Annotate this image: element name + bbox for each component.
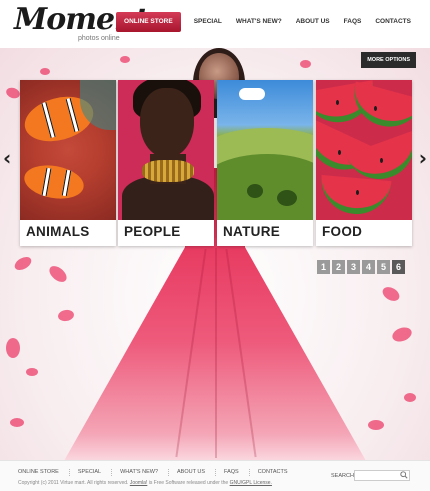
category-card-people[interactable]: PEOPLE bbox=[118, 80, 214, 246]
joomla-link[interactable]: Joomla! bbox=[130, 480, 148, 486]
seed bbox=[374, 106, 377, 111]
nav-special[interactable]: SPECIAL bbox=[187, 12, 229, 32]
nav-about-us[interactable]: ABOUT US bbox=[289, 12, 337, 32]
hill bbox=[217, 154, 313, 220]
main-nav: ONLINE STORE SPECIAL WHAT'S NEW? ABOUT U… bbox=[116, 12, 418, 32]
petal bbox=[26, 368, 38, 376]
petal bbox=[368, 420, 384, 430]
petal bbox=[57, 308, 75, 323]
portrait-face bbox=[140, 88, 194, 158]
seed bbox=[336, 100, 339, 105]
tree bbox=[247, 184, 263, 198]
tree bbox=[277, 190, 297, 206]
license-link[interactable]: GNU/GPL License. bbox=[230, 480, 272, 486]
copyright-text: Copyright (c) 2011 Virtue mart. All righ… bbox=[18, 480, 272, 486]
food-image bbox=[316, 80, 412, 220]
page-button[interactable]: 4 bbox=[362, 260, 375, 274]
petal bbox=[12, 254, 34, 273]
petal bbox=[6, 338, 20, 358]
category-label: PEOPLE bbox=[124, 224, 181, 239]
footer-link-contacts[interactable]: CONTACTS bbox=[258, 469, 298, 476]
footer-link-whats-new[interactable]: WHAT'S NEW? bbox=[120, 469, 170, 476]
more-options-button[interactable]: MORE OPTIONS bbox=[361, 52, 416, 68]
search-label: SEARCH: bbox=[331, 473, 356, 479]
site-header: Moment photos online ONLINE STORE SPECIA… bbox=[0, 0, 430, 48]
category-card-animals[interactable]: ANIMALS bbox=[20, 80, 116, 246]
petal bbox=[46, 262, 70, 286]
nature-image bbox=[217, 80, 313, 220]
petal bbox=[404, 393, 416, 402]
people-image bbox=[118, 80, 214, 220]
dress-fold bbox=[215, 248, 217, 458]
page-button[interactable]: 2 bbox=[332, 260, 345, 274]
copyright-middle: is Free Software released under the bbox=[148, 480, 229, 486]
search-icon[interactable] bbox=[400, 471, 408, 479]
category-label: FOOD bbox=[322, 224, 363, 239]
seed bbox=[338, 150, 341, 155]
petal bbox=[120, 56, 130, 63]
page-button[interactable]: 1 bbox=[317, 260, 330, 274]
footer-link-about-us[interactable]: ABOUT US bbox=[177, 469, 217, 476]
petal bbox=[390, 324, 414, 345]
footer-link-special[interactable]: SPECIAL bbox=[78, 469, 113, 476]
category-card-nature[interactable]: NATURE bbox=[217, 80, 313, 246]
category-label: NATURE bbox=[223, 224, 281, 239]
nav-whats-new[interactable]: WHAT'S NEW? bbox=[229, 12, 289, 32]
petal bbox=[10, 418, 24, 427]
page-button-current[interactable]: 6 bbox=[392, 260, 405, 274]
chevron-right-icon[interactable]: › bbox=[419, 146, 427, 170]
chevron-left-icon[interactable]: ‹ bbox=[3, 146, 11, 170]
copyright-prefix: Copyright (c) 2011 Virtue mart. All righ… bbox=[18, 480, 129, 486]
nav-contacts[interactable]: CONTACTS bbox=[368, 12, 418, 32]
footer-nav: ONLINE STORE SPECIAL WHAT'S NEW? ABOUT U… bbox=[18, 469, 306, 476]
hero-banner: MORE OPTIONS ‹ › ANIMALS PEOPLE NATURE F… bbox=[0, 48, 430, 460]
petal bbox=[380, 284, 402, 304]
clownfish bbox=[21, 161, 87, 203]
page-button[interactable]: 5 bbox=[377, 260, 390, 274]
footer-link-faqs[interactable]: FAQS bbox=[224, 469, 250, 476]
footer-link-online-store[interactable]: ONLINE STORE bbox=[18, 469, 70, 476]
page-button[interactable]: 3 bbox=[347, 260, 360, 274]
nav-online-store[interactable]: ONLINE STORE bbox=[116, 12, 181, 32]
site-footer: ONLINE STORE SPECIAL WHAT'S NEW? ABOUT U… bbox=[0, 460, 430, 491]
animals-image bbox=[20, 80, 116, 220]
petal bbox=[300, 60, 311, 68]
watermelon-slice bbox=[318, 175, 392, 217]
logo-subtitle: photos online bbox=[78, 35, 120, 42]
category-card-food[interactable]: FOOD bbox=[316, 80, 412, 246]
cloud bbox=[239, 88, 265, 100]
petal bbox=[40, 68, 50, 75]
nav-faqs[interactable]: FAQS bbox=[337, 12, 369, 32]
seed bbox=[380, 158, 383, 163]
category-label: ANIMALS bbox=[26, 224, 90, 239]
seed bbox=[356, 190, 359, 195]
pagination: 1 2 3 4 5 6 bbox=[317, 260, 405, 274]
category-carousel: ANIMALS PEOPLE NATURE FOOD bbox=[20, 80, 412, 246]
portrait-necklace bbox=[142, 160, 194, 182]
petal bbox=[4, 85, 22, 101]
